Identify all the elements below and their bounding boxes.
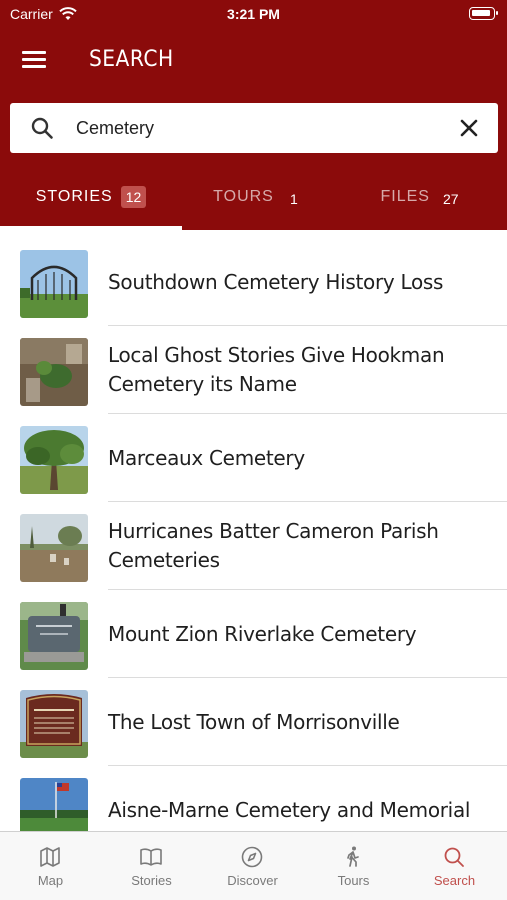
story-thumbnail [20, 250, 88, 318]
status-time: 3:21 PM [227, 6, 280, 22]
map-icon [40, 847, 60, 867]
story-title: Marceaux Cemetery [108, 445, 305, 470]
tab-label: FILES [380, 188, 430, 205]
tab-stories[interactable]: STORIES 12 [0, 168, 182, 230]
results-tabs: STORIES 12 TOURS 1 FILES 27 [0, 168, 507, 230]
page-title: SEARCH [89, 47, 174, 72]
app-header: Carrier 3:21 PM SEARCH STORIES 12 [0, 0, 507, 230]
list-item[interactable]: Southdown Cemetery History Loss [0, 238, 507, 326]
search-icon [31, 117, 53, 139]
active-tab-indicator [0, 226, 182, 230]
tab-label: Map [37, 873, 64, 888]
list-item[interactable]: The Lost Town of Morrisonville [0, 678, 507, 766]
list-item[interactable]: Hurricanes Batter Cameron Parish Cemeter… [0, 502, 507, 590]
book-icon [140, 848, 162, 866]
list-item[interactable]: Mount Zion Riverlake Cemetery [0, 590, 507, 678]
search-bar[interactable] [10, 103, 498, 153]
search-input[interactable] [76, 112, 446, 144]
tab-label: Stories [131, 873, 172, 888]
count-badge: 12 [120, 186, 147, 208]
compass-icon [241, 846, 263, 868]
story-title: Local Ghost Stories Give Hookman Cemeter… [108, 343, 445, 396]
tab-tours[interactable]: TOURS 1 [182, 168, 337, 230]
tab-stories-nav[interactable]: Stories [101, 832, 202, 900]
search-icon [444, 847, 464, 867]
tab-label: Search [433, 873, 476, 888]
hamburger-menu-button[interactable] [22, 49, 48, 71]
battery-icon [469, 7, 498, 20]
clear-search-icon[interactable] [458, 117, 480, 139]
story-thumbnail [20, 338, 88, 406]
tab-label: Tours [337, 873, 370, 888]
bottom-tab-bar: Map Stories Discover Tours Search [0, 831, 507, 900]
story-title: Mount Zion Riverlake Cemetery [108, 621, 417, 646]
tab-tours-nav[interactable]: Tours [303, 832, 404, 900]
status-bar: Carrier 3:21 PM [0, 0, 507, 28]
story-thumbnail [20, 690, 88, 758]
count-badge: 27 [442, 191, 459, 207]
tab-label: STORIES [35, 188, 113, 205]
list-item[interactable]: Marceaux Cemetery [0, 414, 507, 502]
list-item[interactable]: Local Ghost Stories Give Hookman Cemeter… [0, 326, 507, 414]
story-title: The Lost Town of Morrisonville [108, 709, 400, 734]
tab-map[interactable]: Map [0, 832, 101, 900]
walking-icon [347, 846, 359, 867]
story-title: Hurricanes Batter Cameron Parish Cemeter… [108, 519, 439, 572]
story-title: Southdown Cemetery History Loss [108, 269, 444, 294]
story-thumbnail [20, 426, 88, 494]
count-badge: 1 [289, 191, 298, 207]
story-thumbnail [20, 514, 88, 582]
story-thumbnail [20, 602, 88, 670]
tab-label: Discover [227, 873, 278, 888]
tab-discover[interactable]: Discover [202, 832, 303, 900]
tab-search[interactable]: Search [404, 832, 505, 900]
tab-label: TOURS [213, 188, 274, 205]
tab-files[interactable]: FILES 27 [337, 168, 507, 230]
